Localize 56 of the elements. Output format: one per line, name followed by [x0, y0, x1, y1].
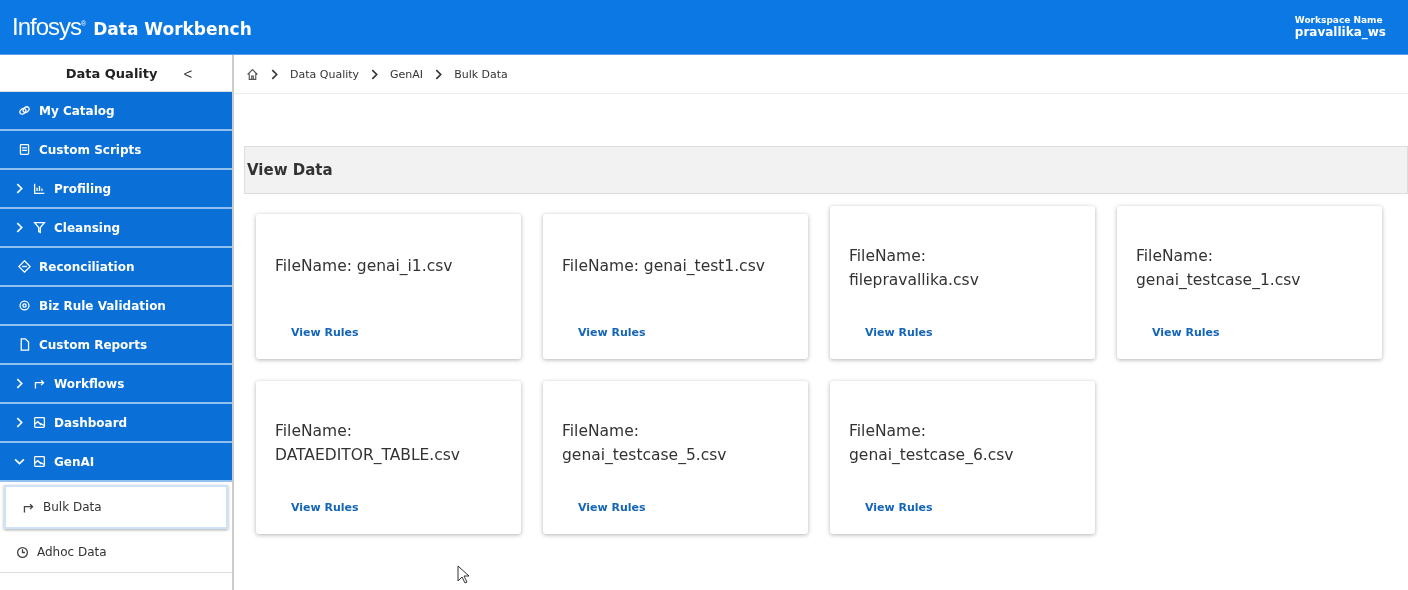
sidebar-item[interactable]: Dashboard: [0, 404, 232, 443]
section-title: View Data: [247, 161, 333, 179]
chevron-right-icon: [269, 68, 280, 80]
file-name: FileName: genai_i1.csv: [275, 256, 454, 277]
view-rules-link[interactable]: View Rules: [1152, 326, 1362, 339]
workspace-name: pravallika_ws: [1294, 25, 1386, 39]
view-rules-link[interactable]: View Rules: [291, 501, 501, 514]
file-name: FileName: filepravallika.csv: [849, 246, 980, 291]
cursor-icon: [457, 565, 471, 585]
sidebar-item[interactable]: Custom Reports: [0, 326, 232, 365]
file-icon: [18, 338, 31, 351]
view-rules-link[interactable]: View Rules: [865, 501, 1075, 514]
view-rules-link[interactable]: View Rules: [291, 326, 501, 339]
logo: Infosys$^{®}$: [12, 13, 86, 41]
home-icon[interactable]: [246, 67, 259, 81]
image-icon: [33, 455, 46, 468]
link-icon: [18, 104, 31, 117]
view-rules-link[interactable]: View Rules: [578, 501, 788, 514]
workspace-label: Workspace Name: [1294, 15, 1383, 25]
sidebar-item[interactable]: Profiling: [0, 170, 232, 209]
document-icon: [18, 143, 31, 156]
breadcrumb-link[interactable]: GenAI: [390, 67, 424, 81]
clock-icon: [16, 545, 29, 559]
file-name: FileName: genai_testcase_1.csv: [1136, 246, 1302, 291]
chevron-right-icon: [14, 183, 25, 194]
file-name: FileName: DATAEDITOR_TABLE.csv: [275, 421, 462, 466]
chevron-right-icon: [14, 378, 25, 389]
sidebar-item[interactable]: My Catalog: [0, 92, 232, 131]
breadcrumb-link[interactable]: Data Quality: [290, 67, 360, 81]
sidebar-item[interactable]: Workflows: [0, 365, 232, 404]
sidebar-item[interactable]: Custom Scripts: [0, 131, 232, 170]
filter-icon: [33, 221, 46, 234]
arrow-icon: [33, 377, 46, 390]
chevron-right-icon: [14, 222, 25, 233]
sidebar-item[interactable]: Cleansing: [0, 209, 232, 248]
chevron-right-icon: [369, 68, 381, 80]
diamond-icon: [18, 260, 31, 273]
file-name: FileName: genai_test1.csv: [562, 256, 766, 277]
file-name: FileName: genai_testcase_5.csv: [562, 421, 728, 466]
view-rules-link[interactable]: View Rules: [578, 326, 788, 339]
sidebar-item[interactable]: GenAI: [0, 443, 232, 482]
breadcrumb-link[interactable]: Bulk Data: [454, 67, 508, 81]
collapse-button[interactable]: <: [179, 64, 197, 82]
image-icon: [33, 416, 46, 429]
sidebar-subitem[interactable]: Bulk Data: [4, 485, 228, 529]
sidebar-item[interactable]: Reconciliation: [0, 248, 232, 287]
chevron-right-icon: [14, 417, 25, 428]
chevron-right-icon: [433, 68, 445, 80]
sidebar-title: Data Quality: [65, 65, 158, 81]
chart-icon: [33, 182, 46, 195]
chevron-down-icon: [14, 456, 25, 467]
sidebar-item[interactable]: Biz Rule Validation: [0, 287, 232, 326]
app-title: Data Workbench: [93, 19, 252, 39]
view-rules-link[interactable]: View Rules: [865, 326, 1075, 339]
settings-icon: [18, 299, 31, 312]
file-name: FileName: genai_testcase_6.csv: [849, 421, 1015, 466]
